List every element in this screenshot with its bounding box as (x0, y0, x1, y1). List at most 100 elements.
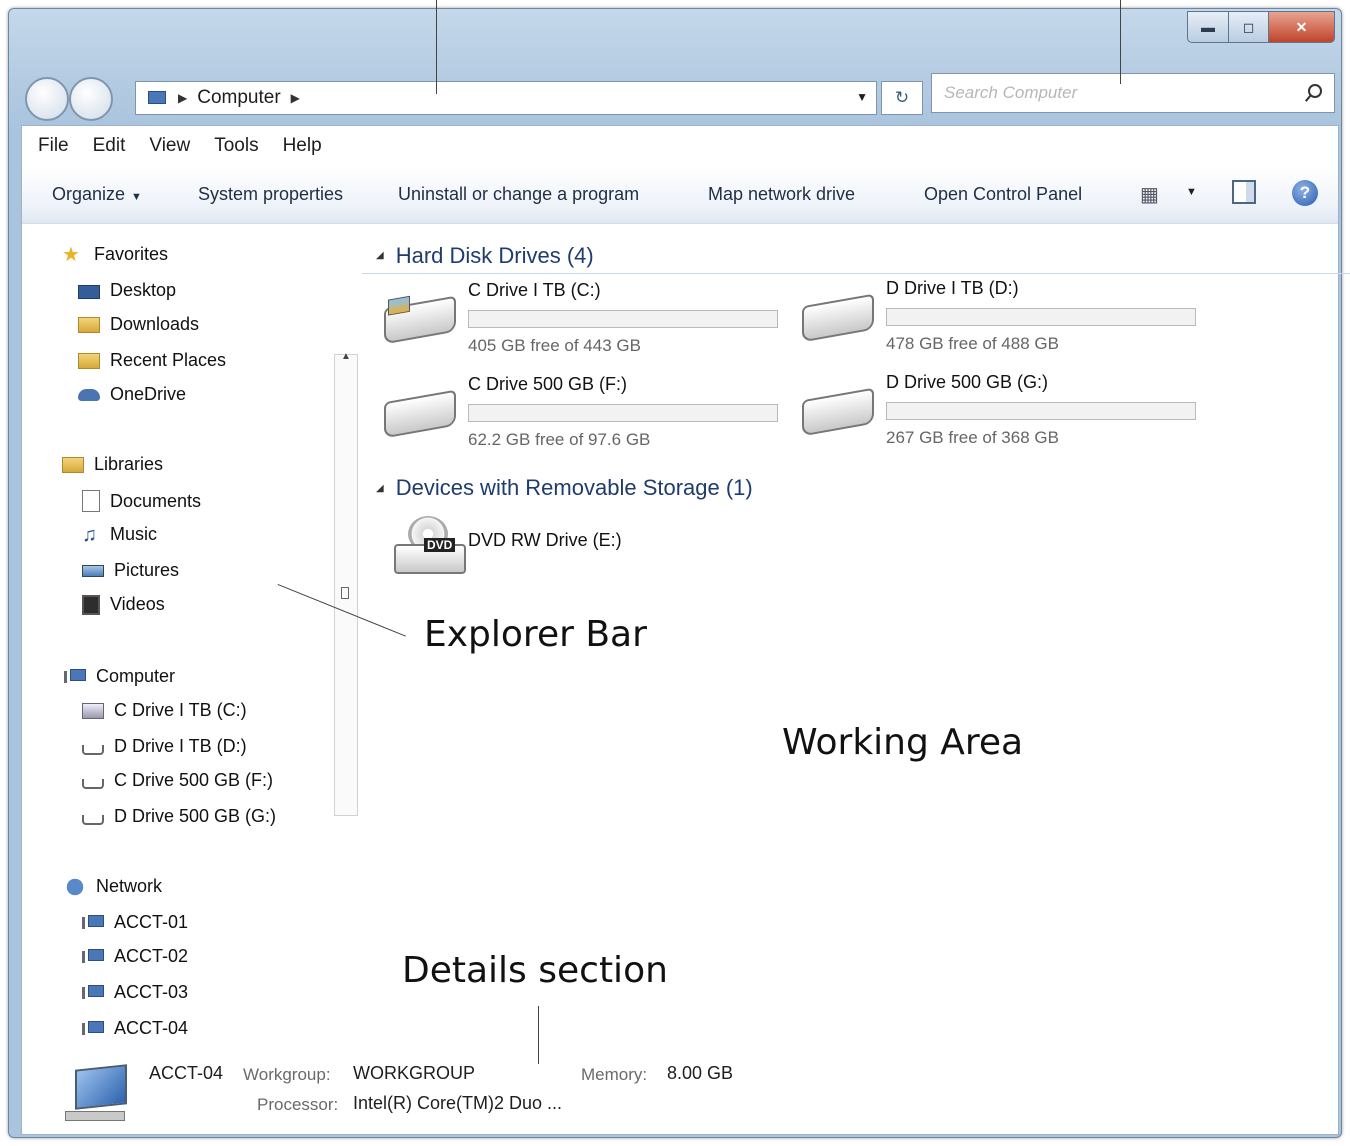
back-button[interactable] (25, 77, 69, 121)
details-pane: ACCT-04 Workgroup: WORKGROUP Memory: 8.0… (21, 1049, 1339, 1135)
nav-network[interactable]: Network (64, 876, 162, 897)
map-network-drive-button[interactable]: Map network drive (708, 184, 855, 205)
nav-libraries-label: Libraries (94, 454, 164, 474)
nav-documents[interactable]: Documents (82, 490, 201, 512)
nav-desktop-label: Desktop (110, 280, 177, 300)
details-memory-label: Memory: (581, 1065, 648, 1084)
computer-icon (82, 913, 104, 933)
nav-scrollbar[interactable]: ▲ (334, 351, 358, 816)
navigation-pane: ★ Favorites Desktop Downloads Recent Plac… (22, 224, 322, 1044)
scroll-thumb[interactable] (341, 587, 349, 599)
menu-tools[interactable]: Tools (214, 135, 258, 157)
menu-view[interactable]: View (149, 135, 190, 157)
network-icon (64, 876, 86, 897)
menu-file[interactable]: File (38, 135, 69, 157)
dvd-drive-tile[interactable]: DVD DVD RW Drive (E:) (374, 506, 794, 586)
hard-disk-drives-group[interactable]: ◢ Hard Disk Drives (4) (362, 238, 1350, 274)
nav-videos[interactable]: Videos (82, 594, 165, 615)
address-bar[interactable]: ▶ Computer ▶ ▼ (135, 81, 877, 115)
system-properties-button[interactable]: System properties (198, 184, 343, 205)
desktop-icon (78, 284, 100, 299)
computer-icon (82, 983, 104, 1003)
search-icon[interactable] (1304, 84, 1322, 102)
nav-computer[interactable]: Computer (64, 666, 175, 687)
drive-free-space: 62.2 GB free of 97.6 GB (468, 430, 651, 449)
uninstall-program-button[interactable]: Uninstall or change a program (398, 184, 639, 205)
nav-acct-04[interactable]: ACCT-04 (82, 1018, 188, 1039)
drive-tile-d[interactable]: D Drive I TB (D:) 478 GB free of 488 GB (782, 278, 1202, 368)
view-dropdown-icon[interactable]: ▼ (1186, 186, 1197, 198)
nav-acct-01[interactable]: ACCT-01 (82, 912, 188, 933)
drive-tile-c[interactable]: C Drive I TB (C:) 405 GB free of 443 GB (364, 280, 784, 370)
menu-help[interactable]: Help (283, 135, 322, 157)
maximize-button[interactable]: ◻ (1229, 11, 1269, 43)
drive-icon (802, 387, 874, 437)
libraries-icon (62, 456, 84, 473)
recent-places-icon (78, 352, 100, 369)
nav-desktop[interactable]: Desktop (78, 280, 176, 301)
refresh-button[interactable]: ↻ (881, 81, 923, 115)
nav-onedrive-label: OneDrive (110, 384, 187, 404)
nav-downloads[interactable]: Downloads (78, 314, 199, 335)
hard-disk-drives-header: Hard Disk Drives (4) (395, 242, 594, 268)
annotation-working-area: Working Area (782, 722, 1024, 763)
nav-drive-g[interactable]: D Drive 500 GB (G:) (82, 806, 276, 827)
computer-icon (64, 667, 86, 687)
downloads-icon (78, 316, 100, 333)
drive-name: D Drive I TB (D:) (886, 278, 1019, 298)
drive-usage-bar (468, 310, 778, 328)
organize-button[interactable]: Organize ▼ (52, 184, 142, 205)
nav-onedrive[interactable]: OneDrive (78, 384, 186, 405)
details-workgroup-value: WORKGROUP (353, 1063, 476, 1083)
change-view-icon[interactable]: ▦ (1140, 182, 1172, 206)
nav-recent-places[interactable]: Recent Places (78, 350, 226, 371)
annotation-details-section: Details section (402, 950, 668, 991)
search-box (931, 73, 1335, 113)
drive-name: C Drive I TB (C:) (468, 280, 601, 300)
breadcrumb-arrow-icon[interactable]: ▶ (178, 91, 187, 105)
nav-libraries[interactable]: Libraries (62, 454, 163, 475)
working-area: ◢ Hard Disk Drives (4) C Drive I TB (C:)… (362, 238, 1350, 638)
dvd-drive-icon: DVD (394, 516, 470, 574)
menu-edit[interactable]: Edit (93, 135, 126, 157)
menu-bar: File Edit View Tools Help (22, 126, 1338, 166)
scroll-up-icon[interactable]: ▲ (341, 351, 351, 362)
drive-tile-f[interactable]: C Drive 500 GB (F:) 62.2 GB free of 97.6… (364, 374, 784, 464)
annotation-leader-search (1120, 0, 1121, 84)
nav-drive-f[interactable]: C Drive 500 GB (F:) (82, 770, 273, 791)
nav-acct-02[interactable]: ACCT-02 (82, 946, 188, 967)
minimize-button[interactable]: ▬ (1187, 11, 1229, 43)
address-dropdown-icon[interactable]: ▼ (856, 90, 868, 104)
drive-usage-bar (468, 404, 778, 422)
help-icon[interactable]: ? (1292, 180, 1318, 206)
search-input[interactable] (944, 83, 1304, 103)
preview-pane-icon[interactable] (1232, 180, 1256, 204)
command-bar: Organize ▼ System properties Uninstall or… (22, 166, 1338, 224)
nav-drive-d[interactable]: D Drive I TB (D:) (82, 736, 247, 757)
nav-pictures[interactable]: Pictures (82, 560, 179, 581)
forward-button[interactable] (69, 77, 113, 121)
collapse-icon[interactable]: ◢ (376, 483, 384, 494)
nav-drive-f-label: C Drive 500 GB (F:) (114, 770, 274, 790)
removable-storage-group[interactable]: ◢ Devices with Removable Storage (1) (362, 470, 1350, 506)
close-button[interactable]: ✕ (1269, 11, 1335, 43)
computer-icon (61, 1064, 131, 1125)
nav-drive-d-label: D Drive I TB (D:) (114, 736, 247, 756)
system-drive-icon (384, 295, 456, 345)
nav-favorites[interactable]: ★ Favorites (62, 244, 168, 265)
breadcrumb-computer[interactable]: Computer (197, 87, 280, 109)
computer-icon (82, 947, 104, 967)
drive-icon (82, 744, 104, 755)
computer-icon (82, 1019, 104, 1039)
nav-music[interactable]: ♫ Music (82, 524, 157, 545)
breadcrumb-chevron-icon[interactable]: ▶ (291, 91, 300, 105)
drive-icon (802, 293, 874, 343)
nav-drive-c-label: C Drive I TB (C:) (114, 700, 247, 720)
drive-tile-g[interactable]: D Drive 500 GB (G:) 267 GB free of 368 G… (782, 372, 1202, 462)
open-control-panel-button[interactable]: Open Control Panel (924, 184, 1082, 205)
collapse-icon[interactable]: ◢ (376, 250, 384, 261)
nav-acct-03[interactable]: ACCT-03 (82, 982, 188, 1003)
nav-drive-c[interactable]: C Drive I TB (C:) (82, 700, 247, 721)
drive-name: C Drive 500 GB (F:) (468, 374, 628, 394)
music-icon: ♫ (82, 523, 97, 546)
